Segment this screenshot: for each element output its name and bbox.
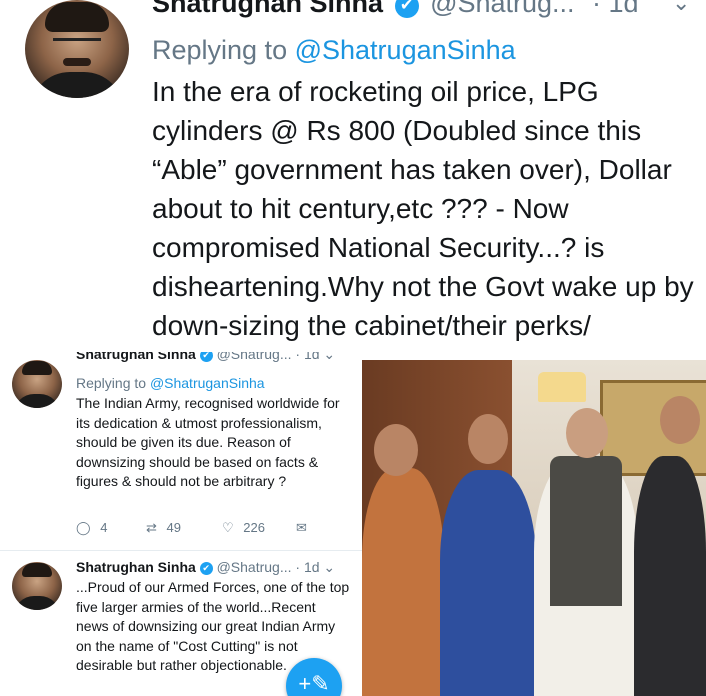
like-button[interactable]: ♡ 226 bbox=[222, 520, 265, 536]
tweet-actions: ◯ 4 ⇄ 49 ♡ 226 ✉ bbox=[76, 518, 336, 540]
chevron-down-icon[interactable]: ⌄ bbox=[323, 352, 335, 362]
like-count: 226 bbox=[243, 520, 265, 535]
author-avatar[interactable] bbox=[12, 562, 62, 610]
author-handle: @Shatrug... bbox=[216, 352, 292, 362]
photo-person-2-head bbox=[468, 414, 508, 464]
photo-person-4 bbox=[634, 456, 706, 696]
tweet-text: The Indian Army, recognised worldwide fo… bbox=[76, 395, 340, 489]
message-button[interactable]: ✉ bbox=[296, 520, 307, 536]
tweet-time: · 1d bbox=[592, 0, 639, 18]
replying-prefix: Replying to bbox=[152, 35, 288, 65]
author-avatar[interactable] bbox=[25, 0, 129, 98]
retweet-count: 49 bbox=[166, 520, 181, 535]
verified-icon: ✔ bbox=[199, 352, 213, 362]
chevron-down-icon[interactable]: ⌄ bbox=[323, 559, 335, 575]
author-name[interactable]: Shatrughan Sinha bbox=[76, 352, 196, 362]
verified-icon: ✔ bbox=[199, 562, 213, 575]
photo-person-3-vest bbox=[550, 456, 622, 606]
divider bbox=[0, 550, 362, 551]
retweet-button[interactable]: ⇄ 49 bbox=[146, 520, 181, 536]
tweet-header: Shatrughan Sinha ✔ @Shatrug... · 1d ⌄ bbox=[76, 558, 335, 576]
photo-person-4-head bbox=[660, 396, 700, 444]
chevron-down-icon[interactable]: ⌄ bbox=[672, 0, 690, 20]
tweet-header: Shatrughan Sinha ✔ @Shatrug... · 1d ⌄ bbox=[76, 352, 335, 363]
tweet-list: Shatrughan Sinha ✔ @Shatrug... · 1d ⌄ Re… bbox=[0, 352, 362, 696]
tweet-header: Shatrughan Sinha ✔ @Shatrug... · 1d ⌄ bbox=[152, 0, 702, 20]
replying-to: Replying to @ShatruganSinha bbox=[152, 32, 516, 68]
retweet-icon: ⇄ bbox=[146, 520, 157, 535]
message-icon: ✉ bbox=[296, 520, 307, 535]
photo-person-1-head bbox=[374, 424, 418, 476]
author-handle: @Shatrug... bbox=[430, 0, 575, 18]
tweet-photo[interactable] bbox=[362, 360, 706, 696]
author-name[interactable]: Shatrughan Sinha bbox=[76, 559, 196, 575]
author-name[interactable]: Shatrughan Sinha bbox=[152, 0, 383, 18]
photo-person-1 bbox=[362, 468, 444, 696]
photo-lamp bbox=[538, 372, 586, 402]
photo-person-3-head bbox=[566, 408, 608, 458]
tweet-time: · 1d bbox=[295, 559, 320, 575]
photo-person-2 bbox=[440, 470, 536, 696]
reply-count: 4 bbox=[100, 520, 108, 535]
tweet-time: · 1d bbox=[295, 352, 320, 362]
top-tweet[interactable]: Shatrughan Sinha ✔ @Shatrug... · 1d ⌄ Re… bbox=[0, 0, 706, 352]
reply-button[interactable]: ◯ 4 bbox=[76, 520, 107, 536]
author-handle: @Shatrug... bbox=[216, 559, 292, 575]
verified-icon: ✔ bbox=[394, 0, 419, 18]
reply-icon: ◯ bbox=[76, 520, 91, 535]
replying-to: Replying to @ShatruganSinha bbox=[76, 374, 265, 392]
like-icon: ♡ bbox=[222, 520, 234, 535]
replying-handle-link[interactable]: @ShatruganSinha bbox=[295, 35, 516, 65]
replying-handle-link[interactable]: @ShatruganSinha bbox=[150, 375, 265, 391]
tweet-text: In the era of rocketing oil price, LPG c… bbox=[152, 76, 694, 341]
author-avatar[interactable] bbox=[12, 360, 62, 408]
replying-prefix: Replying to bbox=[76, 375, 147, 391]
compose-icon: +✎ bbox=[298, 671, 330, 696]
